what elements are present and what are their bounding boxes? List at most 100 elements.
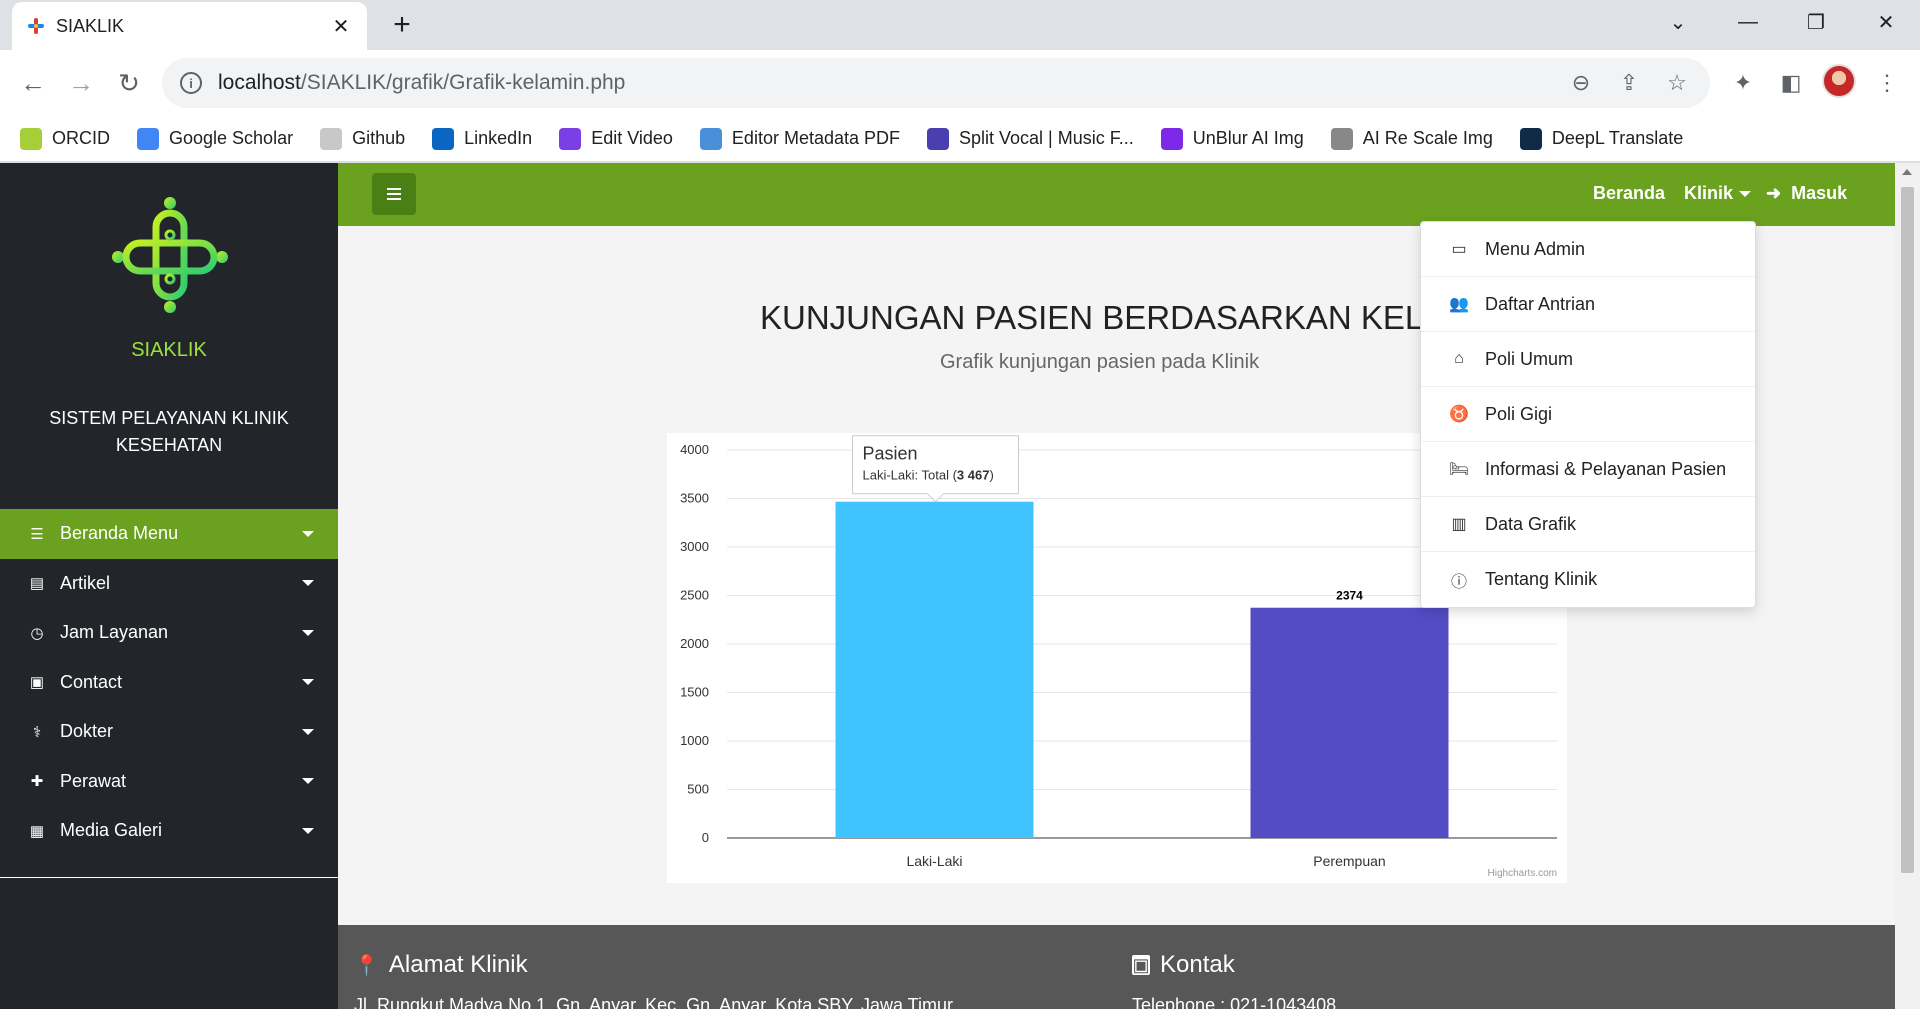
tooltip-line: Laki-Laki: Total (3 467) [863, 468, 994, 483]
dropdown-item-label: Daftar Antrian [1485, 293, 1596, 314]
address-bar[interactable]: i localhost/SIAKLIK/grafik/Grafik-kelami… [162, 58, 1710, 108]
page-viewport: SIAKLIK SISTEM PELAYANAN KLINIK KESEHATA… [0, 163, 1920, 1009]
sidebar-item[interactable]: ▣ Contact [0, 658, 338, 708]
dropdown-item[interactable]: ♉ Poli Gigi [1421, 387, 1755, 442]
zoom-out-icon[interactable]: ⊖ [1566, 68, 1596, 98]
bookmarks-bar: ORCID Google Scholar Github LinkedIn Edit Vi… [0, 116, 1920, 162]
bookmark-star-icon[interactable]: ☆ [1662, 68, 1692, 98]
nav-link-klinik[interactable]: Klinik [1684, 183, 1752, 204]
address-text: Jl. Rungkut Madya No.1, Gn. Anyar, Kec. … [354, 995, 953, 1009]
tab-search-icon[interactable]: ⌄ [1648, 6, 1708, 38]
caret-down-icon [302, 827, 314, 834]
github-icon [320, 127, 343, 150]
dropdown-item-label: Poli Umum [1485, 348, 1574, 369]
side-panel-icon[interactable]: ◧ [1774, 66, 1808, 100]
bookmark-label: ORCID [52, 128, 110, 148]
dropdown-item[interactable]: ▭ Menu Admin [1421, 222, 1755, 277]
sidebar-item[interactable]: ✚ Perawat [0, 757, 338, 807]
login-icon: ➜ [1766, 183, 1782, 203]
list-icon: ☰ [30, 525, 44, 543]
browser-tab[interactable]: SIAKLIK ✕ [12, 2, 367, 50]
address-heading-label: Alamat Klinik [388, 951, 528, 978]
clapper-icon [559, 127, 582, 150]
new-tab-button[interactable]: + [384, 8, 420, 42]
site-info-icon[interactable]: i [180, 72, 202, 94]
sidebar-item[interactable]: ◷ Jam Layanan [0, 608, 338, 658]
bookmark-item[interactable]: Editor Metadata PDF [699, 127, 900, 150]
close-window-icon[interactable]: ✕ [1856, 6, 1916, 38]
caret-down-icon [302, 778, 314, 785]
scroll-up-icon[interactable] [1902, 169, 1912, 175]
v-icon [927, 127, 949, 150]
extensions-icon[interactable]: ✦ [1726, 66, 1760, 100]
dropdown-item-label: Poli Gigi [1485, 403, 1553, 424]
unblur-icon [1160, 127, 1183, 150]
page-scrollbar[interactable] [1895, 163, 1920, 1009]
forward-icon[interactable]: → [62, 64, 100, 102]
restore-icon[interactable]: ❐ [1786, 6, 1846, 38]
sidebar: SIAKLIK SISTEM PELAYANAN KLINIK KESEHATA… [0, 163, 338, 1009]
dropdown-item[interactable]: ⓘ Tentang Klinik [1421, 552, 1755, 607]
orcid-icon [20, 127, 42, 150]
bookmark-item[interactable]: Github [320, 127, 406, 150]
sidebar-item-label: Perawat [60, 770, 127, 791]
bookmark-item[interactable]: DeepL Translate [1519, 127, 1684, 150]
reload-icon[interactable]: ↻ [110, 64, 148, 102]
share-icon[interactable]: ⇪ [1614, 68, 1644, 98]
y-tick-label: 3000 [680, 539, 709, 554]
back-icon[interactable]: ← [14, 64, 52, 102]
caret-down-icon [302, 629, 314, 636]
data-label: 2374 [1336, 589, 1363, 603]
tab-close-icon[interactable]: ✕ [329, 14, 353, 39]
nav-masuk-label: Masuk [1791, 183, 1848, 203]
tooltip-prefix: Laki-Laki: Total ( [863, 468, 958, 483]
sidebar-item-label: Contact [60, 671, 123, 692]
sidebar-item[interactable]: ⚕ Dokter [0, 707, 338, 757]
bookmark-item[interactable]: Google Scholar [137, 127, 294, 150]
bookmark-item[interactable]: Split Vocal | Music F... [927, 127, 1134, 150]
bookmark-item[interactable]: Edit Video [559, 127, 673, 150]
gear-icon [699, 127, 722, 150]
tooltip-title: Pasien [863, 444, 918, 464]
footer: 📍 Alamat Klinik Jl. Rungkut Madya No.1, … [338, 925, 1895, 1009]
scholar-icon [137, 127, 159, 150]
bookmark-item[interactable]: AI Re Scale Img [1330, 127, 1493, 150]
minimize-icon[interactable]: — [1718, 6, 1778, 38]
nav-link-beranda[interactable]: Beranda [1593, 183, 1665, 204]
sidebar-item[interactable]: ▦ Media Galeri [0, 806, 338, 856]
chevron-down-icon [1739, 190, 1752, 197]
home-icon: ⌂ [1454, 350, 1464, 367]
dropdown-item[interactable]: ⌂ Poli Umum [1421, 332, 1755, 387]
bookmark-label: DeepL Translate [1551, 128, 1684, 148]
dropdown-item[interactable]: 👥 Daftar Antrian [1421, 277, 1755, 332]
profile-avatar[interactable] [1822, 64, 1856, 98]
bookmark-item[interactable]: UnBlur AI Img [1160, 127, 1304, 150]
sidebar-toggle-button[interactable] [372, 173, 416, 215]
bar-laki-laki[interactable] [835, 501, 1034, 838]
bookmark-label: Editor Metadata PDF [731, 128, 900, 148]
telephone-text: Telephone : 021-1043408 [1132, 995, 1337, 1009]
scrollbar-thumb[interactable] [1901, 187, 1914, 873]
bookmark-item[interactable]: ORCID [20, 127, 110, 150]
bookmark-label: Github [352, 128, 406, 148]
sidebar-item[interactable]: ▤ Artikel [0, 559, 338, 609]
dropdown-item[interactable]: 🛏 Informasi & Pelayanan Pasien [1421, 442, 1755, 497]
y-tick-label: 2500 [680, 588, 709, 603]
dropdown-item-label: Informasi & Pelayanan Pasien [1485, 458, 1727, 479]
deepl-icon [1519, 127, 1542, 150]
map-marker-icon: 📍 [354, 954, 379, 977]
bookmark-item[interactable]: LinkedIn [432, 127, 532, 150]
bookmark-label: Edit Video [591, 128, 673, 148]
nav-link-masuk[interactable]: ➜ Masuk [1766, 183, 1847, 204]
contact-icon: ▣ [29, 674, 45, 692]
sidebar-item[interactable]: ☰ Beranda Menu [0, 509, 338, 559]
url-text[interactable]: localhost/SIAKLIK/grafik/Grafik-kelamin.… [218, 71, 1548, 95]
y-tick-label: 1000 [680, 733, 709, 748]
dropdown-item[interactable]: ▥ Data Grafik [1421, 497, 1755, 552]
bookmark-label: Google Scholar [169, 128, 294, 148]
bookmark-label: AI Re Scale Img [1362, 128, 1493, 148]
medkit-icon: ✚ [30, 773, 44, 791]
browser-menu-icon[interactable]: ⋮ [1870, 66, 1904, 100]
sidebar-item-label: Artikel [60, 572, 111, 593]
bar-perempuan[interactable] [1250, 607, 1449, 838]
